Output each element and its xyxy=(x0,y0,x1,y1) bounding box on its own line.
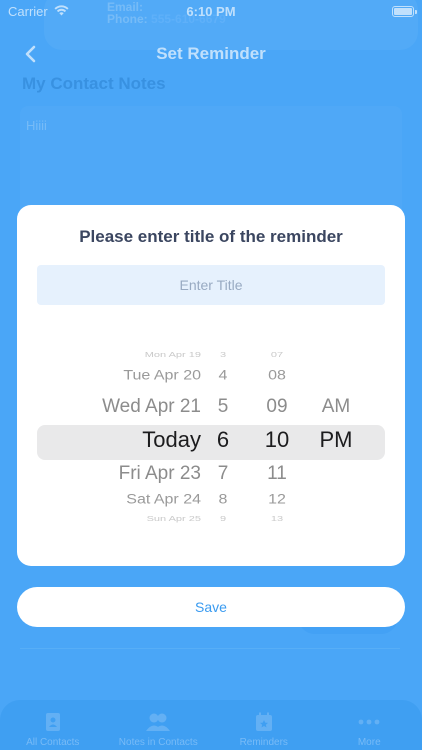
reminder-title-input[interactable] xyxy=(37,265,385,305)
modal-title: Please enter title of the reminder xyxy=(79,227,343,246)
picker-hour-option[interactable]: 5 xyxy=(201,396,245,418)
picker-hour-option[interactable]: 8 xyxy=(201,492,245,507)
reminder-modal: Please enter title of the reminder Mon A… xyxy=(17,205,405,566)
picker-hour-option[interactable]: 4 xyxy=(201,368,245,383)
picker-minute-option[interactable]: 09 xyxy=(255,396,299,418)
picker-date-option[interactable]: Tue Apr 20 xyxy=(47,368,201,383)
save-button[interactable]: Save xyxy=(17,587,405,627)
picker-minute-option[interactable]: 13 xyxy=(255,515,299,523)
picker-minute-option[interactable]: 12 xyxy=(255,492,299,507)
picker-hour-option[interactable]: 3 xyxy=(201,351,245,359)
picker-ampm-option[interactable]: AM xyxy=(309,396,363,418)
picker-ampm-column[interactable]: AM PM xyxy=(309,343,363,533)
picker-date-option[interactable]: Sun Apr 25 xyxy=(47,515,201,523)
picker-ampm-selected[interactable]: PM xyxy=(309,427,363,453)
picker-hour-option[interactable]: 7 xyxy=(201,463,245,485)
picker-date-option[interactable]: Fri Apr 23 xyxy=(47,463,201,485)
picker-minute-option[interactable]: 07 xyxy=(255,351,299,359)
picker-date-option[interactable]: Wed Apr 21 xyxy=(47,396,201,418)
picker-minute-option[interactable]: 08 xyxy=(255,368,299,383)
picker-date-option[interactable]: Mon Apr 19 xyxy=(47,351,201,359)
date-time-picker[interactable]: Mon Apr 19 Tue Apr 20 Wed Apr 21 Today F… xyxy=(17,343,405,533)
picker-date-column[interactable]: Mon Apr 19 Tue Apr 20 Wed Apr 21 Today F… xyxy=(47,343,201,533)
picker-hour-option[interactable]: 9 xyxy=(201,515,245,523)
picker-hour-column[interactable]: 3 4 5 6 7 8 9 xyxy=(201,343,245,533)
picker-minute-selected[interactable]: 10 xyxy=(255,427,299,453)
picker-hour-selected[interactable]: 6 xyxy=(201,427,245,453)
picker-date-selected[interactable]: Today xyxy=(47,427,201,453)
picker-minute-column[interactable]: 07 08 09 10 11 12 13 xyxy=(255,343,299,533)
picker-date-option[interactable]: Sat Apr 24 xyxy=(47,492,201,507)
picker-minute-option[interactable]: 11 xyxy=(255,463,299,485)
